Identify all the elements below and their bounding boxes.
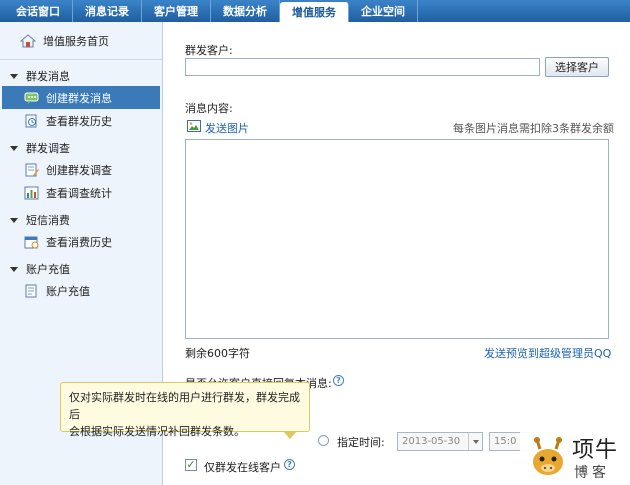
collapse-icon [10,73,18,79]
tooltip-line: 会根据实际发送情况补回群发条数。 [69,425,245,438]
send-image-link[interactable]: 发送图片 [205,120,249,136]
group-title[interactable]: 群发调查 [0,138,162,158]
edit-document-icon [25,163,39,176]
tab-customers[interactable]: 客户管理 [142,0,211,22]
group-mass-message: 群发消息 创建群发消息 查看群发历史 [0,66,162,132]
help-icon[interactable]: ? [333,375,344,386]
date-select[interactable]: 2013-05-30 [397,432,483,451]
tab-analytics[interactable]: 数据分析 [211,0,280,22]
sidebar-item-recharge[interactable]: 账户充值 [0,279,162,302]
watermark-logo: 项牛 博客 [520,428,630,485]
group-title[interactable]: 群发消息 [0,66,162,86]
group-recharge: 账户充值 账户充值 [0,259,162,302]
sidebar-item-create-survey[interactable]: 创建群发调查 [0,158,162,181]
sidebar-item-label: 查看群发历史 [46,114,112,128]
sidebar-item-create-mass-message[interactable]: 创建群发消息 [2,86,160,109]
tab-chat[interactable]: 会话窗口 [4,0,73,22]
remaining-chars: 剩余600字符 [185,347,250,360]
chevron-down-icon [468,433,482,450]
tooltip: 仅对实际群发时在线的用户进行群发，群发完成后 会根据实际发送情况补回群发条数。 [60,382,310,439]
sidebar-item-survey-stats[interactable]: 查看调查统计 [0,181,162,204]
online-only-label: 仅群发在线客户 [204,461,281,474]
recipients-input[interactable] [185,58,540,76]
watermark-subtitle: 博客 [574,465,610,481]
home-icon [20,33,36,47]
sidebar-item-label: 查看消费历史 [46,235,112,249]
sidebar-home[interactable]: 增值服务首页 [0,22,162,60]
collapse-icon [10,145,18,151]
bar-chart-icon [24,186,39,199]
watermark-title: 项牛 [572,438,619,463]
scheduled-radio[interactable] [318,435,329,446]
recipients-label: 群发客户: [185,44,233,57]
top-nav: 会话窗口 消息记录 客户管理 数据分析 增值服务 企业空间 [0,0,630,22]
collapse-icon [10,217,18,223]
image-icon[interactable] [187,120,201,132]
tab-value-added[interactable]: 增值服务 [280,2,349,22]
sidebar-item-consumption-history[interactable]: 查看消费历史 [0,230,162,253]
sidebar-item-label: 账户充值 [46,284,90,298]
group-survey: 群发调查 创建群发调查 查看调查统计 [0,138,162,204]
group-title[interactable]: 短信消费 [0,210,162,230]
group-sms: 短信消费 查看消费历史 [0,210,162,253]
image-cost-hint: 每条图片消息需扣除3条群发余额 [453,122,614,135]
sidebar-item-label: 创建群发消息 [46,91,112,105]
message-content-textarea[interactable] [185,139,609,339]
help-icon[interactable]: ? [284,459,295,470]
sidebar-item-label: 创建群发调查 [46,163,112,177]
document-icon [25,284,37,297]
tab-messages[interactable]: 消息记录 [73,0,142,22]
sidebar-home-label: 增值服务首页 [43,34,109,48]
tooltip-line: 仅对实际群发时在线的用户进行群发，群发完成后 [69,391,300,421]
sidebar-item-mass-history[interactable]: 查看群发历史 [0,109,162,132]
online-only-checkbox[interactable]: ✓ [185,459,197,471]
history-icon [25,114,37,127]
giraffe-logo-icon [533,437,563,475]
preview-to-admin-link[interactable]: 发送预览到超级管理员QQ [484,345,611,361]
scheduled-label: 指定时间: [337,436,385,449]
sidebar-item-label: 查看调查统计 [46,186,112,200]
select-customers-button[interactable]: 选择客户 [545,57,609,77]
group-title[interactable]: 账户充值 [0,259,162,279]
tab-enterprise[interactable]: 企业空间 [349,0,418,22]
chat-bubble-icon [24,92,39,104]
calendar-icon [24,236,39,248]
content-label: 消息内容: [185,102,233,115]
collapse-icon [10,266,18,272]
